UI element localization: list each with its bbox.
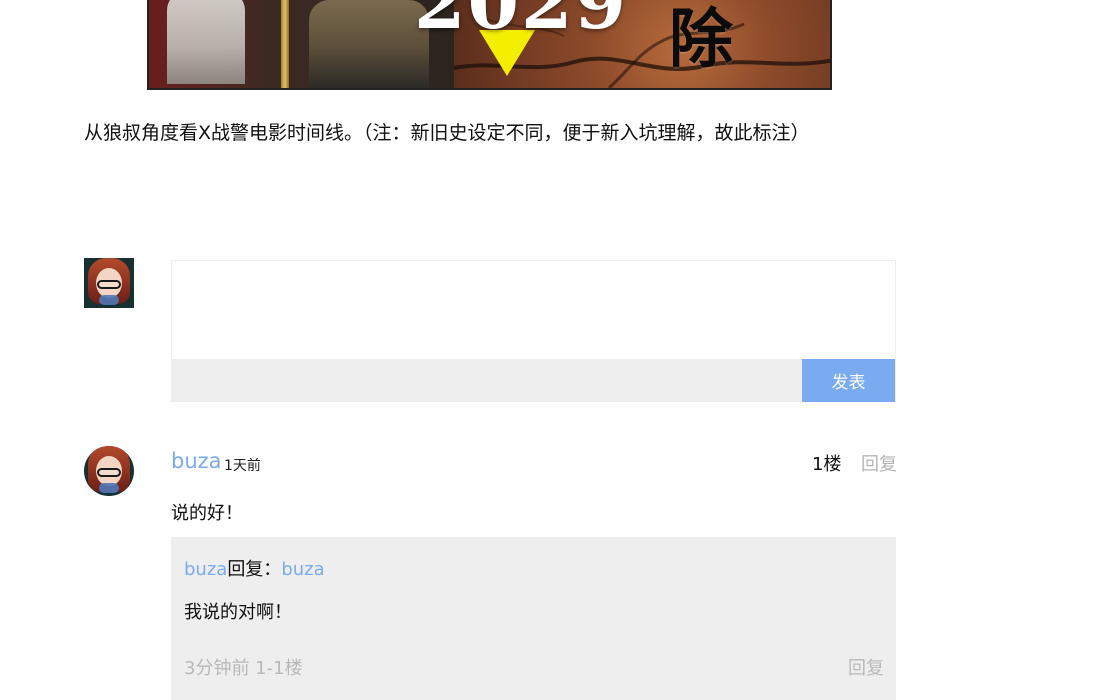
reply-header: buza回复：buza [184, 555, 325, 581]
comment-content: 说的好！ [171, 503, 243, 524]
page: 2029 除 从狼叔角度看X战警电影时间线。（注：新旧史设定不同，便于新入坑理解… [0, 0, 1105, 700]
banner-chinese-text: 除 [669, 2, 733, 77]
reply-box: buza回复：buza 我说的对啊！ 3分钟前 1-1楼 回复 [171, 537, 896, 700]
comment-floor: 1楼 [812, 454, 842, 475]
banner-left-photo [149, 0, 454, 88]
comment-reply-button[interactable]: 回复 [861, 450, 897, 476]
comment-username[interactable]: buza [171, 449, 222, 473]
banner-person-left [167, 0, 245, 84]
banner-golden-pole [281, 0, 289, 88]
current-user-avatar [84, 258, 134, 308]
avatar-bow [99, 295, 119, 305]
banner-person-right [309, 0, 429, 88]
reply-reply-button[interactable]: 回复 [848, 654, 884, 680]
avatar-glasses [97, 280, 121, 289]
comment-timestamp: 1天前 [224, 458, 261, 474]
comment-toolbar: 发表 [172, 359, 895, 402]
post-caption: 从狼叔角度看X战警电影时间线。（注：新旧史设定不同，便于新入坑理解，故此标注） [84, 122, 810, 144]
reply-username[interactable]: buza [184, 559, 227, 580]
comment-textarea[interactable] [172, 261, 895, 359]
banner-year-text: 2029 [414, 0, 628, 46]
reply-target-username[interactable]: buza [281, 559, 324, 580]
banner-image: 2029 除 [147, 0, 832, 90]
avatar-bow [99, 483, 119, 493]
reply-separator: 回复： [227, 559, 282, 580]
publish-button[interactable]: 发表 [802, 359, 895, 402]
reply-content: 我说的对啊！ [184, 602, 292, 623]
avatar-glasses [97, 468, 121, 477]
comment-avatar [84, 446, 134, 496]
comment-form: 发表 [171, 260, 896, 402]
reply-meta: 3分钟前 1-1楼 [184, 658, 303, 679]
